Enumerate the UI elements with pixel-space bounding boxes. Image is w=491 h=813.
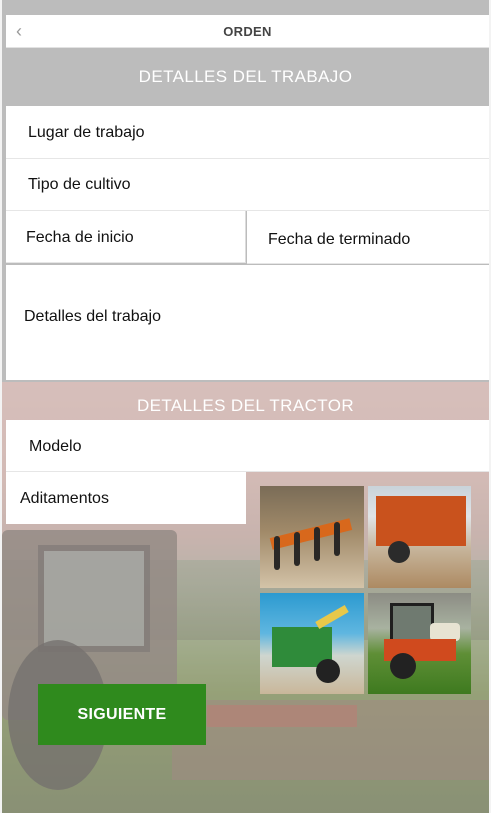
top-navigation-bar: ‹ ORDEN [6, 15, 489, 48]
start-date-label: Fecha de inicio [26, 229, 134, 246]
harvester-arm [315, 605, 349, 629]
next-button[interactable]: SIGUIENTE [38, 684, 206, 745]
harvester-wheel [316, 659, 340, 683]
work-details-header: DETALLES DEL TRABAJO [138, 67, 353, 86]
app-screen: ‹ ORDEN DETALLES DEL TRABAJO Lugar de tr… [2, 0, 489, 813]
start-date-field[interactable]: Fecha de inicio [6, 211, 246, 263]
implement-tine [294, 532, 300, 566]
implement-tine [334, 522, 340, 556]
tractor-details-header: DETALLES DEL TRACTOR [136, 396, 355, 415]
cultivator-implement-photo[interactable] [260, 486, 364, 588]
model-field[interactable]: Modelo [6, 420, 489, 472]
harvester-implement-photo[interactable] [260, 593, 364, 694]
sprayer-tractor-photo[interactable] [368, 593, 471, 694]
work-location-field[interactable]: Lugar de trabajo [6, 106, 489, 159]
work-details-textarea[interactable]: Detalles del trabajo [6, 265, 489, 380]
attachments-label: Aditamentos [20, 490, 109, 507]
crop-type-label: Tipo de cultivo [28, 176, 131, 193]
trailer-wheel [388, 541, 410, 563]
attachments-field[interactable]: Aditamentos [6, 472, 246, 524]
crop-type-field[interactable]: Tipo de cultivo [6, 159, 489, 211]
work-location-label: Lugar de trabajo [28, 124, 145, 141]
work-details-label: Detalles del trabajo [24, 308, 161, 325]
sprayer-wheel [390, 653, 416, 679]
trailer-box [376, 496, 466, 546]
trailer-implement-photo[interactable] [368, 486, 471, 588]
model-label: Modelo [29, 438, 82, 455]
end-date-field[interactable]: Fecha de terminado [247, 211, 489, 264]
implement-tine [274, 536, 280, 570]
implement-tine [314, 527, 320, 561]
end-date-label: Fecha de terminado [268, 231, 411, 248]
page-title: ORDEN [223, 24, 272, 39]
